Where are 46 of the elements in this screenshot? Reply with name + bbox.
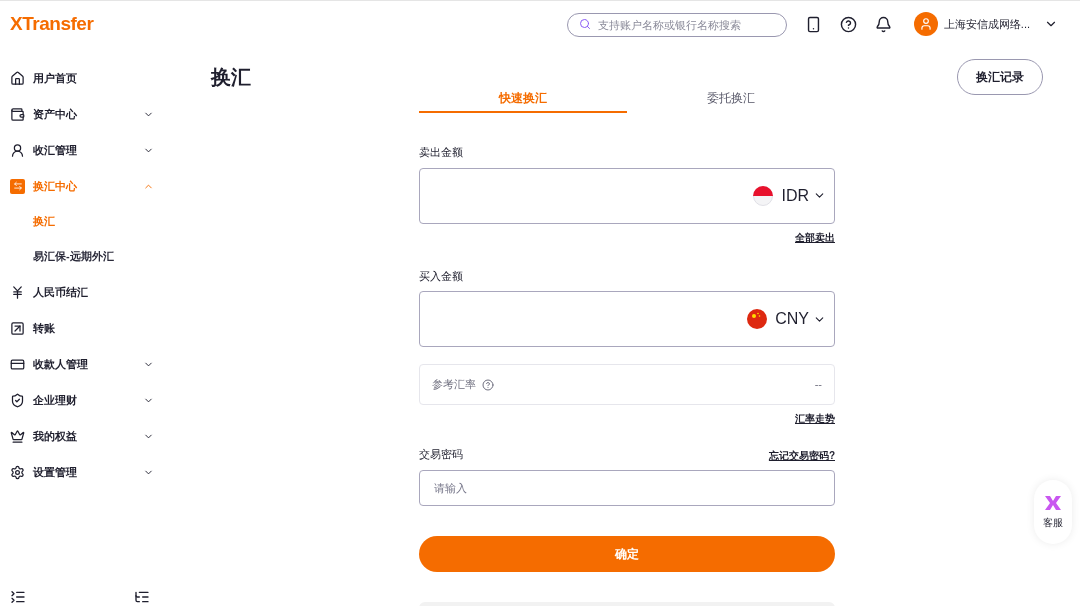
sidebar-item[interactable]: 转账 bbox=[0, 310, 190, 346]
shield-icon bbox=[10, 392, 25, 408]
sidebar-item[interactable]: 收汇管理 bbox=[0, 132, 190, 168]
gear-icon bbox=[10, 464, 25, 480]
sidebar-item[interactable]: 人民币结汇 bbox=[0, 274, 190, 310]
rate-label: 参考汇率 bbox=[432, 377, 476, 393]
field-label: 卖出金额 bbox=[419, 145, 464, 160]
field-label: 买入金额 bbox=[419, 268, 464, 284]
card-icon bbox=[10, 356, 25, 372]
search-field[interactable]: 支持账户名称或银行名称搜索 bbox=[566, 13, 787, 37]
sell-all-link[interactable]: 全部卖出 bbox=[795, 229, 835, 245]
amount-field[interactable]: IDR bbox=[419, 167, 835, 224]
search-icon bbox=[578, 18, 591, 30]
bell-icon[interactable] bbox=[874, 15, 892, 33]
page-title: 换汇 bbox=[211, 65, 251, 90]
list-icon[interactable] bbox=[134, 589, 150, 605]
support-logo-icon bbox=[1044, 494, 1062, 511]
field-label: 交易密码 bbox=[419, 447, 463, 462]
flag-icon bbox=[747, 309, 768, 329]
tab[interactable]: 委托换汇 bbox=[627, 85, 835, 113]
crown-icon bbox=[10, 428, 25, 444]
currency-select[interactable]: CNY bbox=[775, 307, 809, 331]
support-button[interactable]: 客服 bbox=[1034, 480, 1072, 544]
sidebar-item[interactable]: 用户首页 bbox=[0, 60, 190, 96]
yen-icon bbox=[10, 284, 25, 300]
help-icon[interactable] bbox=[839, 15, 857, 33]
exchange-icon bbox=[10, 178, 25, 194]
collapse-icon[interactable] bbox=[10, 589, 26, 605]
sidebar-item[interactable]: 设置管理 bbox=[0, 454, 190, 490]
sidebar-item[interactable]: 我的权益 bbox=[0, 418, 190, 454]
currency-select[interactable]: IDR bbox=[781, 183, 809, 208]
wallet-icon bbox=[10, 106, 25, 122]
account-name[interactable]: 上海安信成网络... bbox=[943, 15, 1030, 33]
sidebar-item[interactable]: 资产中心 bbox=[0, 96, 190, 132]
flag-icon bbox=[753, 185, 774, 206]
password-field[interactable]: 请输入 bbox=[419, 469, 835, 506]
avatar[interactable] bbox=[913, 12, 938, 36]
sidebar-item[interactable]: 企业理财 bbox=[0, 382, 190, 418]
rate-trend-link[interactable]: 汇率走势 bbox=[795, 411, 835, 426]
forgot-password-link[interactable]: 忘记交易密码? bbox=[768, 447, 835, 463]
rate-value: -- bbox=[814, 377, 822, 393]
user-icon bbox=[10, 142, 25, 158]
home-icon bbox=[10, 70, 25, 86]
amount-field[interactable]: CNY bbox=[419, 291, 835, 347]
sidebar-item[interactable]: 收款人管理 bbox=[0, 346, 190, 382]
sidebar-subitem[interactable]: 易汇保-远期外汇 bbox=[0, 239, 190, 274]
